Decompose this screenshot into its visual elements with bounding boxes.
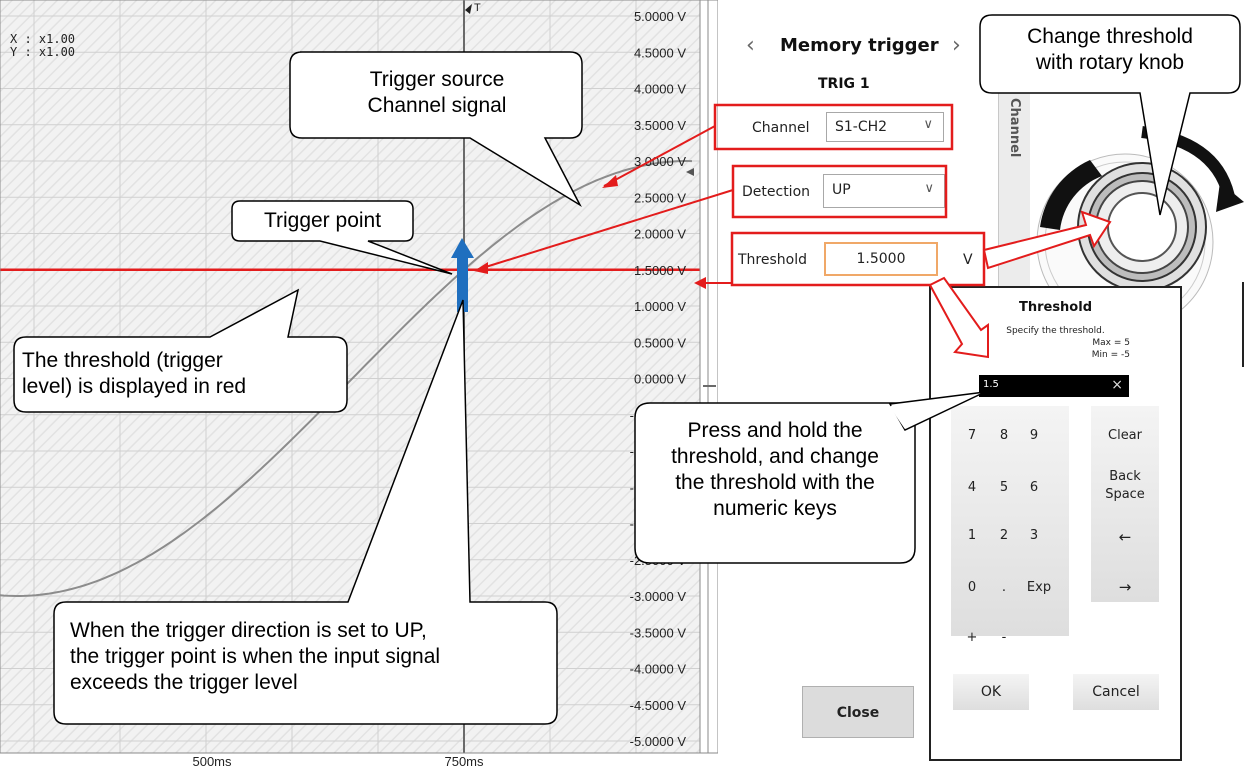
- callout-line: Press and hold the: [687, 419, 863, 442]
- callout-rotary-knob-text: Change threshold with rotary knob: [982, 24, 1238, 76]
- callout-line: The threshold (trigger: [22, 349, 223, 372]
- callout-line: with rotary knob: [1035, 51, 1185, 74]
- detection-highlight-box: [731, 164, 948, 219]
- callout-press-hold-text: Press and hold the threshold, and change…: [637, 418, 913, 522]
- callout-line: Channel signal: [367, 94, 507, 117]
- callout-line: threshold, and change: [671, 445, 879, 468]
- callout-line: the trigger point is when the input sign…: [70, 645, 441, 668]
- callout-line: Trigger source: [369, 68, 505, 91]
- threshold-highlight-box: [730, 231, 986, 287]
- callout-direction-up-text: When the trigger direction is set to UP,…: [70, 618, 560, 696]
- callout-line: the threshold with the: [675, 471, 875, 494]
- callout-line: Change threshold: [1027, 25, 1193, 48]
- channel-highlight-box: [713, 103, 954, 151]
- callout-line: numeric keys: [713, 497, 837, 520]
- callout-trigger-point-text: Trigger point: [263, 209, 382, 232]
- callout-line: level) is displayed in red: [22, 375, 247, 398]
- callout-line: When the trigger direction is set to UP,: [70, 619, 427, 642]
- callout-threshold-red-text: The threshold (trigger level) is display…: [22, 348, 342, 400]
- callout-line: exceeds the trigger level: [70, 671, 298, 694]
- callout-trigger-source-text: Trigger source Channel signal: [292, 67, 582, 119]
